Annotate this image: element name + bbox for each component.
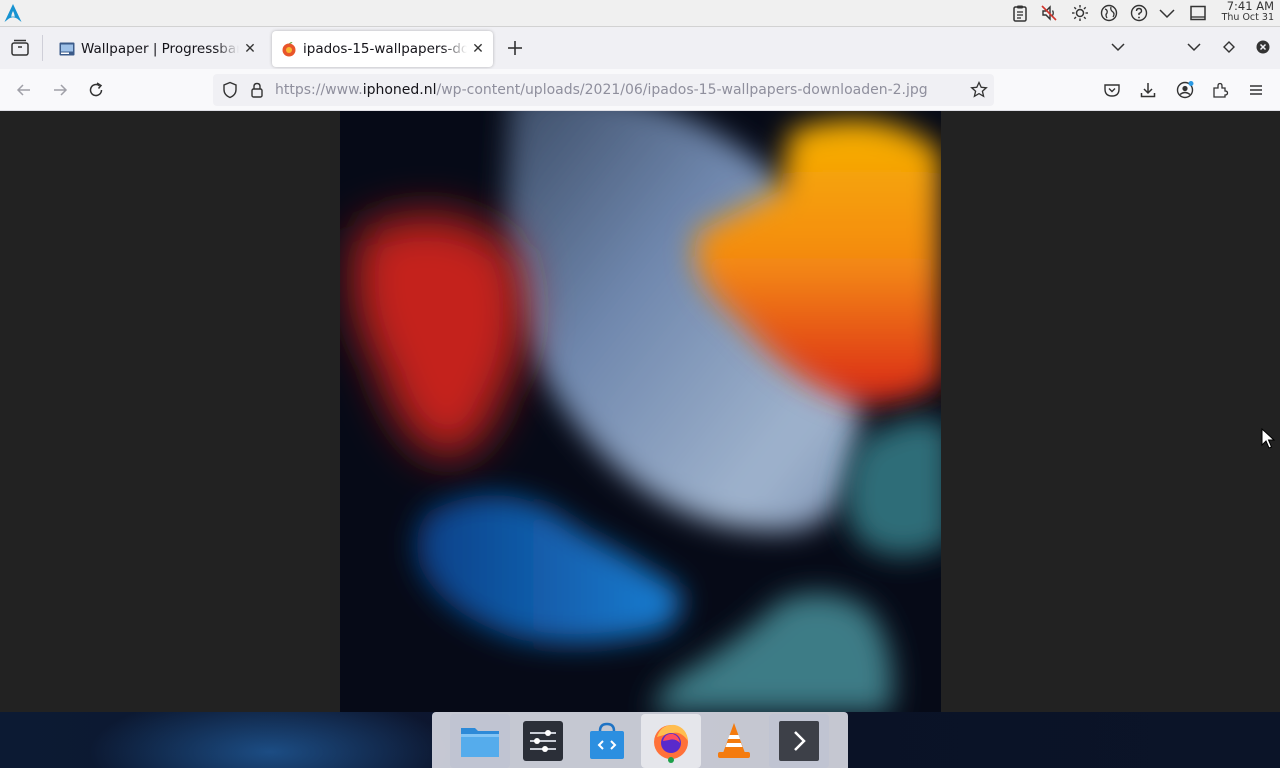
chevron-right-icon	[779, 721, 819, 761]
vlc-cone-icon	[718, 723, 750, 758]
bookmark-star-icon[interactable]	[969, 80, 989, 100]
window-minimize-icon[interactable]	[1184, 37, 1204, 57]
window-maximize-icon[interactable]	[1219, 37, 1239, 57]
list-all-tabs-icon[interactable]	[1108, 37, 1128, 57]
tab-title: Wallpaper | Progressbar9	[81, 41, 239, 57]
reload-icon[interactable]	[86, 80, 106, 100]
url-text[interactable]: https://www.iphoned.nl/wp-content/upload…	[275, 82, 928, 98]
progressbar-favicon	[59, 42, 75, 56]
tracking-protection-shield-icon[interactable]	[220, 80, 240, 100]
url-prefix: https://www.	[275, 82, 363, 98]
firefox-icon	[654, 724, 688, 763]
clock-time: 7:41 AM	[1226, 0, 1274, 13]
pocket-icon[interactable]	[1102, 80, 1122, 100]
mouse-cursor-icon	[1261, 428, 1276, 449]
volume-muted-icon[interactable]	[1040, 4, 1058, 22]
network-icon[interactable]	[1100, 4, 1118, 22]
new-tab-icon[interactable]	[503, 36, 527, 60]
folder-icon	[461, 728, 499, 757]
wallpaper-image[interactable]	[340, 111, 941, 712]
dock	[432, 712, 848, 768]
page-content	[0, 111, 1280, 712]
tab-wallpaper[interactable]: Wallpaper | Progressbar9 ✕	[50, 31, 265, 67]
update-icon[interactable]	[1130, 4, 1148, 22]
menu-icon[interactable]	[1246, 80, 1266, 100]
clock-date: Thu Oct 31	[1221, 12, 1274, 23]
tab-title: ipados-15-wallpapers-dow	[303, 41, 467, 57]
window-close-icon[interactable]	[1253, 37, 1273, 57]
back-icon[interactable]	[14, 80, 34, 100]
separator	[42, 35, 43, 61]
url-path: /wp-content/uploads/2021/06/ipados-15-wa…	[436, 82, 928, 98]
chevron-down-icon[interactable]	[1158, 4, 1176, 22]
dock-more[interactable]	[769, 714, 829, 768]
dock-software-store[interactable]	[577, 714, 637, 768]
brightness-icon[interactable]	[1071, 4, 1089, 22]
close-tab-icon[interactable]: ✕	[239, 38, 261, 60]
downloads-icon[interactable]	[1138, 80, 1158, 100]
tab-ipados-wallpaper[interactable]: ipados-15-wallpapers-dow ✕	[272, 31, 493, 67]
url-bar[interactable]: https://www.iphoned.nl/wp-content/upload…	[213, 74, 994, 106]
clock[interactable]: 7:41 AM Thu Oct 31	[1222, 0, 1274, 24]
software-store-bag-icon	[590, 722, 624, 759]
iphoned-favicon	[282, 42, 296, 57]
dock-file-manager[interactable]	[450, 714, 510, 768]
firefox-view-icon[interactable]	[8, 36, 32, 60]
wallpaper-artwork	[340, 111, 941, 712]
tab-strip: Wallpaper | Progressbar9 ✕ ipados-15-wal…	[0, 27, 1280, 69]
arch-logo-icon[interactable]	[3, 3, 23, 23]
window-icon[interactable]	[1189, 4, 1207, 22]
forward-icon[interactable]	[50, 80, 70, 100]
dock-vlc[interactable]	[704, 714, 764, 768]
url-domain: iphoned.nl	[362, 82, 437, 98]
clipboard-icon[interactable]	[1011, 4, 1029, 22]
system-top-bar: 7:41 AM Thu Oct 31	[0, 0, 1280, 27]
close-tab-icon[interactable]: ✕	[467, 38, 489, 60]
settings-sliders-icon	[523, 721, 563, 761]
lock-icon[interactable]	[247, 80, 267, 100]
account-icon[interactable]	[1175, 80, 1195, 100]
desktop-bottom	[0, 712, 1280, 768]
extensions-icon[interactable]	[1210, 80, 1230, 100]
dock-settings[interactable]	[513, 714, 573, 768]
navigation-bar: https://www.iphoned.nl/wp-content/upload…	[0, 69, 1280, 111]
dock-firefox[interactable]	[641, 714, 701, 768]
